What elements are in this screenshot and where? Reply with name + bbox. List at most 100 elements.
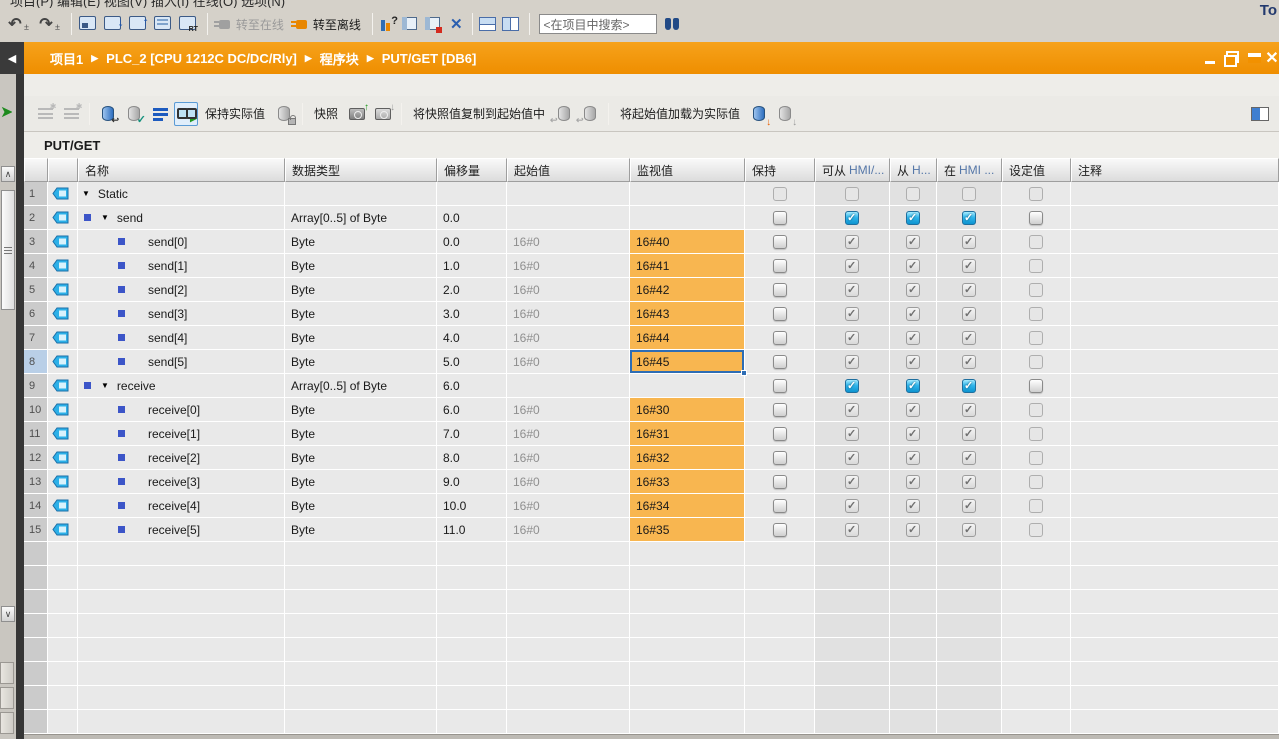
snapshot-button[interactable]: 快照 bbox=[314, 105, 338, 122]
checkbox-setpoint[interactable] bbox=[1029, 235, 1043, 249]
checkbox-hmi-writable[interactable] bbox=[906, 451, 920, 465]
monitor-value-cell[interactable]: 16#40 bbox=[630, 230, 745, 254]
expanded-mode-icon[interactable] bbox=[148, 102, 172, 126]
checkbox-hmi-accessible[interactable] bbox=[845, 379, 859, 393]
checkbox-hmi-accessible[interactable] bbox=[845, 187, 859, 201]
redo-icon[interactable]: ↷ bbox=[35, 13, 57, 35]
go-online-button[interactable]: 转至在线 bbox=[236, 16, 284, 33]
breadcrumb-plc[interactable]: PLC_2 [CPU 1212C DC/DC/Rly] bbox=[106, 51, 297, 66]
checkbox-retain[interactable] bbox=[773, 307, 787, 321]
checkbox-retain[interactable] bbox=[773, 403, 787, 417]
comment-cell[interactable] bbox=[1071, 206, 1279, 230]
monitor-value-cell[interactable]: 16#34 bbox=[630, 494, 745, 518]
row-number-cell[interactable]: 9 bbox=[24, 374, 48, 398]
checkbox-hmi-writable[interactable] bbox=[906, 523, 920, 537]
name-cell[interactable]: ▼Static bbox=[78, 182, 285, 206]
row-number-cell[interactable]: 6 bbox=[24, 302, 48, 326]
undo-dropdown-icon[interactable]: ± bbox=[24, 22, 29, 32]
checkbox-retain[interactable] bbox=[773, 259, 787, 273]
offset-cell[interactable]: 1.0 bbox=[437, 254, 507, 278]
comment-cell[interactable] bbox=[1071, 230, 1279, 254]
data-type-cell[interactable]: Byte bbox=[285, 326, 437, 350]
name-cell[interactable]: receive[2] bbox=[78, 446, 285, 470]
checkbox-setpoint[interactable] bbox=[1029, 427, 1043, 441]
diagnostics-icon[interactable]: ? bbox=[378, 14, 398, 34]
checkbox-hmi-writable[interactable] bbox=[906, 187, 920, 201]
checkbox-hmi-writable[interactable] bbox=[906, 379, 920, 393]
offset-cell[interactable]: 6.0 bbox=[437, 374, 507, 398]
data-type-cell[interactable]: Byte bbox=[285, 470, 437, 494]
checkbox-hmi-accessible[interactable] bbox=[845, 283, 859, 297]
checkbox-hmi-visible[interactable] bbox=[962, 451, 976, 465]
checkbox-hmi-accessible[interactable] bbox=[845, 355, 859, 369]
checkbox-hmi-accessible[interactable] bbox=[845, 499, 859, 513]
checkbox-hmi-accessible[interactable] bbox=[845, 475, 859, 489]
show-device-icon[interactable] bbox=[152, 14, 174, 34]
name-cell[interactable]: ▼send bbox=[78, 206, 285, 230]
column-header[interactable]: 可从HMI/... bbox=[815, 158, 890, 182]
checkbox-retain[interactable] bbox=[773, 523, 787, 537]
start-value-cell[interactable]: 16#0 bbox=[507, 326, 630, 350]
checkbox-hmi-visible[interactable] bbox=[962, 259, 976, 273]
start-value-cell[interactable]: 16#0 bbox=[507, 254, 630, 278]
start-value-cell[interactable]: 16#0 bbox=[507, 278, 630, 302]
checkbox-setpoint[interactable] bbox=[1029, 259, 1043, 273]
start-value-cell[interactable]: 16#0 bbox=[507, 494, 630, 518]
offset-cell[interactable]: 9.0 bbox=[437, 470, 507, 494]
comment-cell[interactable] bbox=[1071, 374, 1279, 398]
checkbox-hmi-visible[interactable] bbox=[962, 523, 976, 537]
checkbox-hmi-writable[interactable] bbox=[906, 307, 920, 321]
checkbox-hmi-visible[interactable] bbox=[962, 403, 976, 417]
maximize-button[interactable] bbox=[1243, 42, 1265, 74]
selection-handle[interactable] bbox=[741, 370, 747, 376]
offset-cell[interactable]: 3.0 bbox=[437, 302, 507, 326]
checkbox-setpoint[interactable] bbox=[1029, 283, 1043, 297]
checkbox-retain[interactable] bbox=[773, 355, 787, 369]
close-button[interactable]: ✕ bbox=[1265, 42, 1279, 74]
data-type-cell[interactable]: Array[0..5] of Byte bbox=[285, 374, 437, 398]
row-number-cell[interactable]: 7 bbox=[24, 326, 48, 350]
offset-cell[interactable]: 0.0 bbox=[437, 230, 507, 254]
comment-cell[interactable] bbox=[1071, 446, 1279, 470]
column-header[interactable]: 从H... bbox=[890, 158, 937, 182]
data-type-cell[interactable]: Byte bbox=[285, 254, 437, 278]
checkbox-setpoint[interactable] bbox=[1029, 307, 1043, 321]
monitor-value-cell[interactable] bbox=[630, 182, 745, 206]
start-runtime-icon[interactable]: RT bbox=[177, 14, 199, 34]
horizontal-scrollbar[interactable] bbox=[24, 734, 1279, 739]
name-cell[interactable]: receive[4] bbox=[78, 494, 285, 518]
checkbox-setpoint[interactable] bbox=[1029, 211, 1043, 225]
name-cell[interactable]: send[2] bbox=[78, 278, 285, 302]
row-number-cell[interactable]: 15 bbox=[24, 518, 48, 542]
column-header[interactable]: 数据类型 bbox=[285, 158, 437, 182]
start-value-cell[interactable] bbox=[507, 182, 630, 206]
offset-cell[interactable]: 10.0 bbox=[437, 494, 507, 518]
split-horizontal-icon[interactable] bbox=[478, 15, 498, 33]
row-number-cell[interactable]: 11 bbox=[24, 422, 48, 446]
upload-from-device-icon[interactable]: ↑ bbox=[127, 14, 149, 34]
start-value-cell[interactable]: 16#0 bbox=[507, 446, 630, 470]
checkbox-hmi-visible[interactable] bbox=[962, 427, 976, 441]
camera-down-icon[interactable]: ↓ bbox=[371, 102, 395, 126]
data-type-cell[interactable]: Byte bbox=[285, 350, 437, 374]
checkbox-hmi-writable[interactable] bbox=[906, 427, 920, 441]
checkbox-retain[interactable] bbox=[773, 499, 787, 513]
checkbox-setpoint[interactable] bbox=[1029, 475, 1043, 489]
column-header[interactable]: 监视值 bbox=[630, 158, 745, 182]
search-project-icon[interactable] bbox=[663, 17, 681, 31]
compile-icon[interactable] bbox=[77, 14, 99, 34]
data-type-cell[interactable]: Byte bbox=[285, 398, 437, 422]
checkbox-setpoint[interactable] bbox=[1029, 451, 1043, 465]
checkbox-setpoint[interactable] bbox=[1029, 403, 1043, 417]
comment-cell[interactable] bbox=[1071, 470, 1279, 494]
offset-cell[interactable]: 6.0 bbox=[437, 398, 507, 422]
load-start-as-actual-button[interactable]: 将起始值加载为实际值 bbox=[620, 105, 740, 122]
checkbox-hmi-writable[interactable] bbox=[906, 211, 920, 225]
checkbox-setpoint[interactable] bbox=[1029, 187, 1043, 201]
monitor-value-cell[interactable]: 16#31 bbox=[630, 422, 745, 446]
offset-cell[interactable]: 8.0 bbox=[437, 446, 507, 470]
checkbox-retain[interactable] bbox=[773, 331, 787, 345]
checkbox-retain[interactable] bbox=[773, 379, 787, 393]
start-value-cell[interactable]: 16#0 bbox=[507, 470, 630, 494]
blank-header-cell[interactable] bbox=[48, 158, 78, 182]
